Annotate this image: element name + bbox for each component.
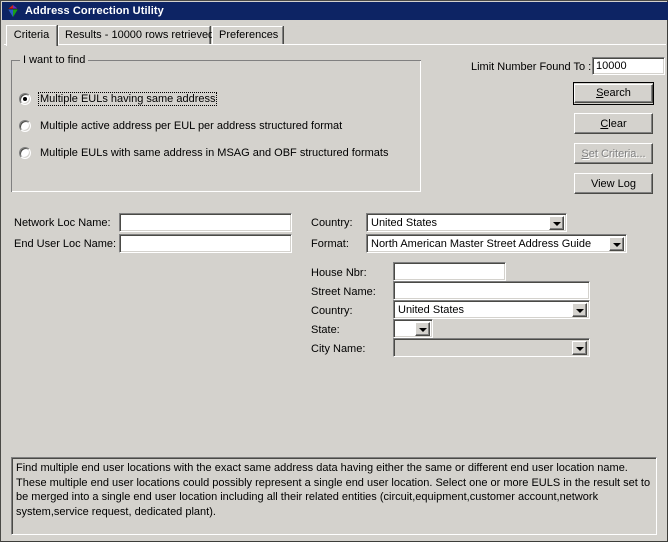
search-button-label: Search bbox=[574, 84, 653, 103]
tab-preferences[interactable]: Preferences bbox=[212, 26, 283, 45]
chevron-down-icon[interactable] bbox=[549, 216, 564, 230]
group-legend: I want to find bbox=[20, 54, 89, 66]
set-criteria-button[interactable]: Set Criteria... bbox=[574, 143, 653, 164]
end-user-loc-name-input[interactable] bbox=[119, 234, 292, 253]
radio-indicator[interactable] bbox=[19, 92, 31, 105]
radio-option-multiple-euls-msag-obf[interactable]: Multiple EULs with same address in MSAG … bbox=[19, 145, 390, 160]
radio-option-multiple-euls-same-address[interactable]: Multiple EULs having same address bbox=[19, 91, 218, 106]
house-nbr-label: House Nbr: bbox=[311, 267, 367, 279]
limit-number-input[interactable] bbox=[592, 57, 665, 75]
street-name-label: Street Name: bbox=[311, 286, 376, 298]
radio-option-multiple-active-address[interactable]: Multiple active address per EUL per addr… bbox=[19, 118, 344, 133]
search-button[interactable]: Search bbox=[573, 82, 654, 105]
country-combo-address[interactable]: United States bbox=[393, 300, 590, 319]
country-combo-top-value: United States bbox=[371, 217, 438, 229]
description-panel: Find multiple end user locations with th… bbox=[11, 457, 657, 535]
criteria-tab-page: I want to find Multiple EULs having same… bbox=[4, 44, 666, 540]
description-text: Find multiple end user locations with th… bbox=[16, 462, 651, 518]
tab-strip: Criteria Results - 10000 rows retrieved … bbox=[6, 25, 664, 46]
state-combo[interactable] bbox=[393, 319, 433, 338]
application-window: Address Correction Utility Criteria Resu… bbox=[0, 0, 668, 542]
street-name-input[interactable] bbox=[393, 281, 590, 300]
city-name-label: City Name: bbox=[311, 343, 366, 355]
format-label: Format: bbox=[311, 238, 349, 250]
radio-label: Multiple EULs having same address bbox=[38, 91, 218, 106]
radio-label: Multiple active address per EUL per addr… bbox=[40, 119, 343, 132]
tab-results[interactable]: Results - 10000 rows retrieved bbox=[58, 26, 214, 45]
country-label-address: Country: bbox=[311, 305, 353, 317]
chevron-down-icon[interactable] bbox=[572, 341, 587, 355]
radio-indicator[interactable] bbox=[19, 119, 31, 132]
state-label: State: bbox=[311, 324, 340, 336]
country-combo-top[interactable]: United States bbox=[366, 213, 567, 232]
window-title: Address Correction Utility bbox=[25, 5, 164, 17]
title-bar: Address Correction Utility bbox=[2, 2, 668, 20]
radio-label: Multiple EULs with same address in MSAG … bbox=[40, 146, 389, 159]
country-label-top: Country: bbox=[311, 217, 353, 229]
house-nbr-input[interactable] bbox=[393, 262, 506, 281]
city-name-combo[interactable] bbox=[393, 338, 590, 357]
format-combo-value: North American Master Street Address Gui… bbox=[371, 238, 592, 250]
format-combo[interactable]: North American Master Street Address Gui… bbox=[366, 234, 627, 253]
country-combo-address-value: United States bbox=[398, 304, 465, 316]
limit-number-label: Limit Number Found To : bbox=[471, 61, 592, 73]
view-log-button[interactable]: View Log bbox=[574, 173, 653, 194]
gem-icon bbox=[6, 4, 20, 18]
chevron-down-icon[interactable] bbox=[415, 322, 430, 336]
clear-button[interactable]: Clear bbox=[574, 113, 653, 134]
chevron-down-icon[interactable] bbox=[609, 237, 624, 251]
network-loc-name-label: Network Loc Name: bbox=[14, 217, 111, 229]
i-want-to-find-group: I want to find Multiple EULs having same… bbox=[11, 54, 421, 192]
chevron-down-icon[interactable] bbox=[572, 303, 587, 317]
radio-indicator[interactable] bbox=[19, 146, 31, 159]
tab-criteria[interactable]: Criteria bbox=[6, 25, 57, 46]
network-loc-name-input[interactable] bbox=[119, 213, 292, 232]
end-user-loc-name-label: End User Loc Name: bbox=[14, 238, 117, 250]
